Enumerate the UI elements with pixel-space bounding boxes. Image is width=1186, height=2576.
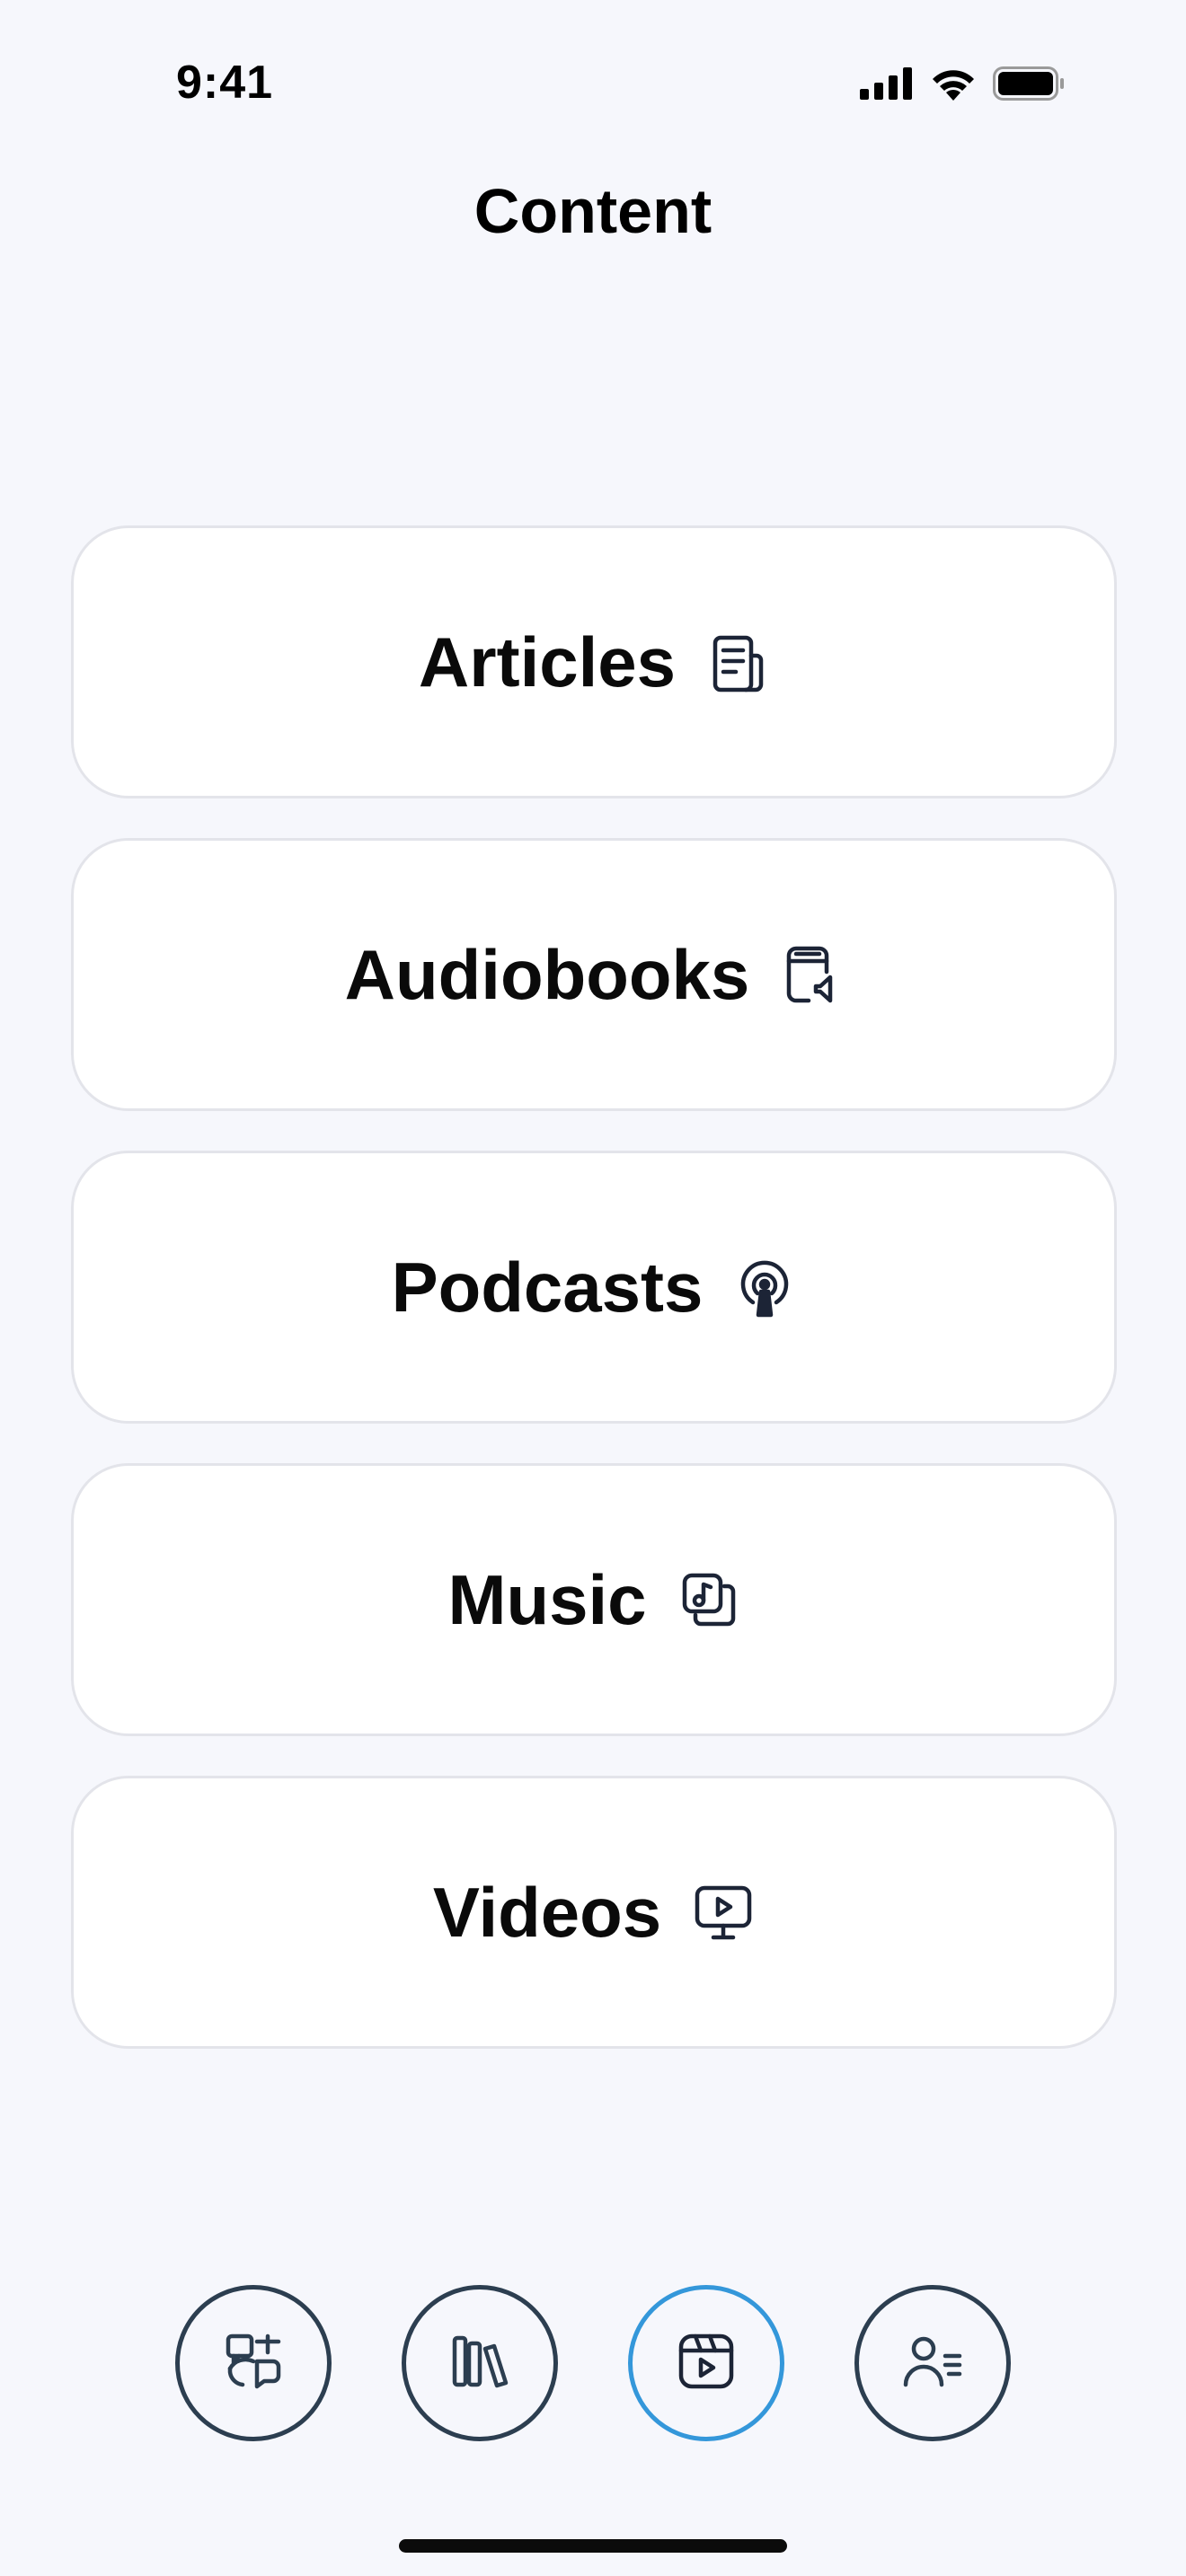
battery-icon bbox=[993, 66, 1065, 105]
content-item-music[interactable]: Music bbox=[71, 1463, 1117, 1736]
content-item-label: Music bbox=[447, 1559, 647, 1639]
content-item-label: Audiobooks bbox=[344, 934, 750, 1014]
language-translate-icon bbox=[221, 2329, 286, 2398]
podcast-icon bbox=[733, 1256, 796, 1319]
newspaper-icon bbox=[706, 631, 769, 693]
video-icon bbox=[692, 1881, 755, 1944]
content-item-podcasts[interactable]: Podcasts bbox=[71, 1151, 1117, 1424]
content-item-videos[interactable]: Videos bbox=[71, 1776, 1117, 2049]
tab-library[interactable] bbox=[402, 2285, 558, 2441]
status-time: 9:41 bbox=[176, 57, 274, 109]
content-item-label: Videos bbox=[432, 1872, 662, 1952]
content-play-icon bbox=[674, 2329, 739, 2398]
cellular-signal-icon bbox=[860, 67, 914, 104]
content-list: Articles Audiobooks Podcasts Music Video… bbox=[71, 525, 1117, 2088]
tab-translate[interactable] bbox=[175, 2285, 332, 2441]
music-icon bbox=[677, 1568, 740, 1631]
content-item-audiobooks[interactable]: Audiobooks bbox=[71, 838, 1117, 1111]
content-item-articles[interactable]: Articles bbox=[71, 525, 1117, 798]
library-icon bbox=[447, 2329, 512, 2398]
bottom-tab-bar bbox=[0, 2285, 1186, 2447]
home-indicator[interactable] bbox=[399, 2539, 787, 2553]
wifi-icon bbox=[930, 66, 977, 105]
tab-content[interactable] bbox=[628, 2285, 784, 2441]
content-item-label: Podcasts bbox=[391, 1247, 704, 1327]
audiobook-icon bbox=[780, 943, 843, 1006]
status-bar: 9:41 bbox=[0, 0, 1186, 171]
profile-list-icon bbox=[900, 2329, 965, 2398]
status-icons bbox=[860, 66, 1065, 105]
content-item-label: Articles bbox=[418, 622, 677, 701]
tab-profile[interactable] bbox=[854, 2285, 1011, 2441]
page-title: Content bbox=[474, 176, 712, 246]
